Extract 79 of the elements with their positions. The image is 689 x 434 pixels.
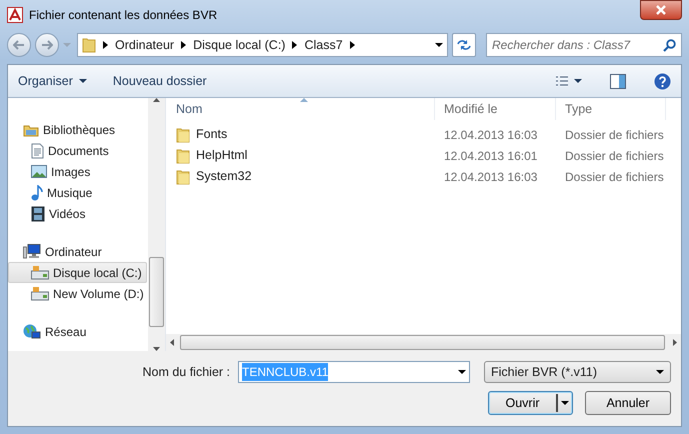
file-type-dropdown[interactable]: Fichier BVR (*.v11) <box>484 361 671 383</box>
folder-icon <box>82 37 96 53</box>
preview-pane-icon[interactable] <box>610 74 626 88</box>
dropdown-arrow-icon <box>435 41 443 49</box>
film-icon <box>31 206 45 222</box>
network-globe-icon <box>23 324 41 340</box>
dropdown-arrow-icon <box>78 77 87 85</box>
toolbar-button[interactable]: Organiser <box>18 72 87 90</box>
file-name[interactable]: Fonts <box>196 125 228 144</box>
dropdown-arrow-icon <box>656 368 664 376</box>
chevron-icon <box>102 40 109 50</box>
sort-arrow-icon <box>300 98 308 102</box>
back-button[interactable] <box>7 33 31 57</box>
breadcrumb-item[interactable]: Disque local (C:) <box>193 36 286 54</box>
sidebar-item[interactable]: Ordinateur <box>8 241 147 262</box>
forward-button[interactable] <box>35 33 59 57</box>
toolbar-button[interactable]: Nouveau dossier <box>112 72 207 90</box>
close-button[interactable] <box>640 0 682 20</box>
horizontal-scrollbar[interactable] <box>166 334 681 351</box>
window-title: Fichier contenant les données BVR <box>29 7 218 24</box>
folder-icon <box>176 126 190 142</box>
type-cell-text: Dossier de fichiers <box>564 168 665 186</box>
view-list-icon[interactable] <box>556 75 582 87</box>
breadcrumb-item[interactable]: Ordinateur <box>115 36 174 54</box>
scroll-left-icon <box>170 339 174 346</box>
app-logo-icon <box>7 7 23 23</box>
close-icon <box>656 5 666 15</box>
file-row[interactable]: System32 12.04.2013 16:03 Dossier de fichiers <box>166 166 681 187</box>
document-icon <box>31 142 44 158</box>
file-row[interactable]: Fonts 12.04.2013 16:03 Dossier de fichiers <box>166 124 681 145</box>
breadcrumb-item[interactable]: Class7 <box>304 36 343 54</box>
refresh-button[interactable] <box>452 33 476 57</box>
folder-icon <box>176 168 190 184</box>
file-name[interactable]: System32 <box>196 167 252 186</box>
sidebar-item[interactable]: New Volume (D:) <box>8 283 147 304</box>
date-cell-text: 12.04.2013 16:01 <box>443 148 538 164</box>
address-bar[interactable]: Ordinateur Disque local (C:) Class7 <box>77 33 448 57</box>
file-name-label: Nom du fichier : <box>142 364 230 381</box>
column-header[interactable]: Modifié le <box>435 98 556 120</box>
help-icon[interactable] <box>654 72 671 90</box>
dropdown-arrow-icon <box>561 399 569 407</box>
scroll-right-icon <box>673 339 677 346</box>
column-header[interactable]: Type <box>556 98 666 120</box>
refresh-icon <box>457 39 471 51</box>
forward-arrow-icon <box>41 40 53 50</box>
vertical-scrollbar[interactable] <box>148 98 165 351</box>
scrollbar-thumb[interactable] <box>149 256 164 326</box>
sidebar-item[interactable]: Documents <box>8 140 147 161</box>
sidebar-item[interactable]: Disque local (C:) <box>8 262 147 283</box>
scrollbar-thumb[interactable] <box>180 335 665 350</box>
date-cell-text: 12.04.2013 16:03 <box>443 126 538 144</box>
dropdown-arrow-icon <box>458 368 466 376</box>
drive-icon <box>31 265 49 280</box>
type-cell-text: Dossier de fichiers <box>564 126 665 144</box>
dialog-button[interactable]: Annuler <box>585 391 671 415</box>
history-dropdown-icon[interactable] <box>63 42 71 48</box>
date-cell-text: 12.04.2013 16:03 <box>443 168 538 186</box>
search-icon <box>663 39 676 52</box>
file-name[interactable]: HelpHtml <box>196 146 248 165</box>
image-icon <box>31 165 47 178</box>
sidebar-item[interactable]: Musique <box>8 182 147 203</box>
drive-icon <box>31 286 49 301</box>
sidebar-item[interactable]: Vidéos <box>8 203 147 224</box>
chevron-icon <box>291 40 298 50</box>
library-icon <box>23 122 39 136</box>
chevron-icon <box>348 40 356 50</box>
back-arrow-icon <box>13 40 25 50</box>
file-row[interactable]: HelpHtml 12.04.2013 16:01 Dossier de fichiers <box>166 145 681 166</box>
computer-icon <box>23 244 41 259</box>
sidebar-item[interactable]: Bibliothèques <box>8 119 147 140</box>
type-cell-text: Dossier de fichiers <box>564 148 665 164</box>
folder-icon <box>176 148 190 164</box>
split-button[interactable]: Ouvrir <box>488 391 573 415</box>
sidebar-item[interactable]: Images <box>8 161 147 182</box>
sidebar-item[interactable]: Réseau <box>8 321 147 342</box>
search-field[interactable]: Rechercher dans : Class7 <box>486 33 682 57</box>
music-note-icon <box>31 184 43 200</box>
column-header[interactable]: Nom <box>166 98 435 120</box>
chevron-icon <box>180 40 188 50</box>
